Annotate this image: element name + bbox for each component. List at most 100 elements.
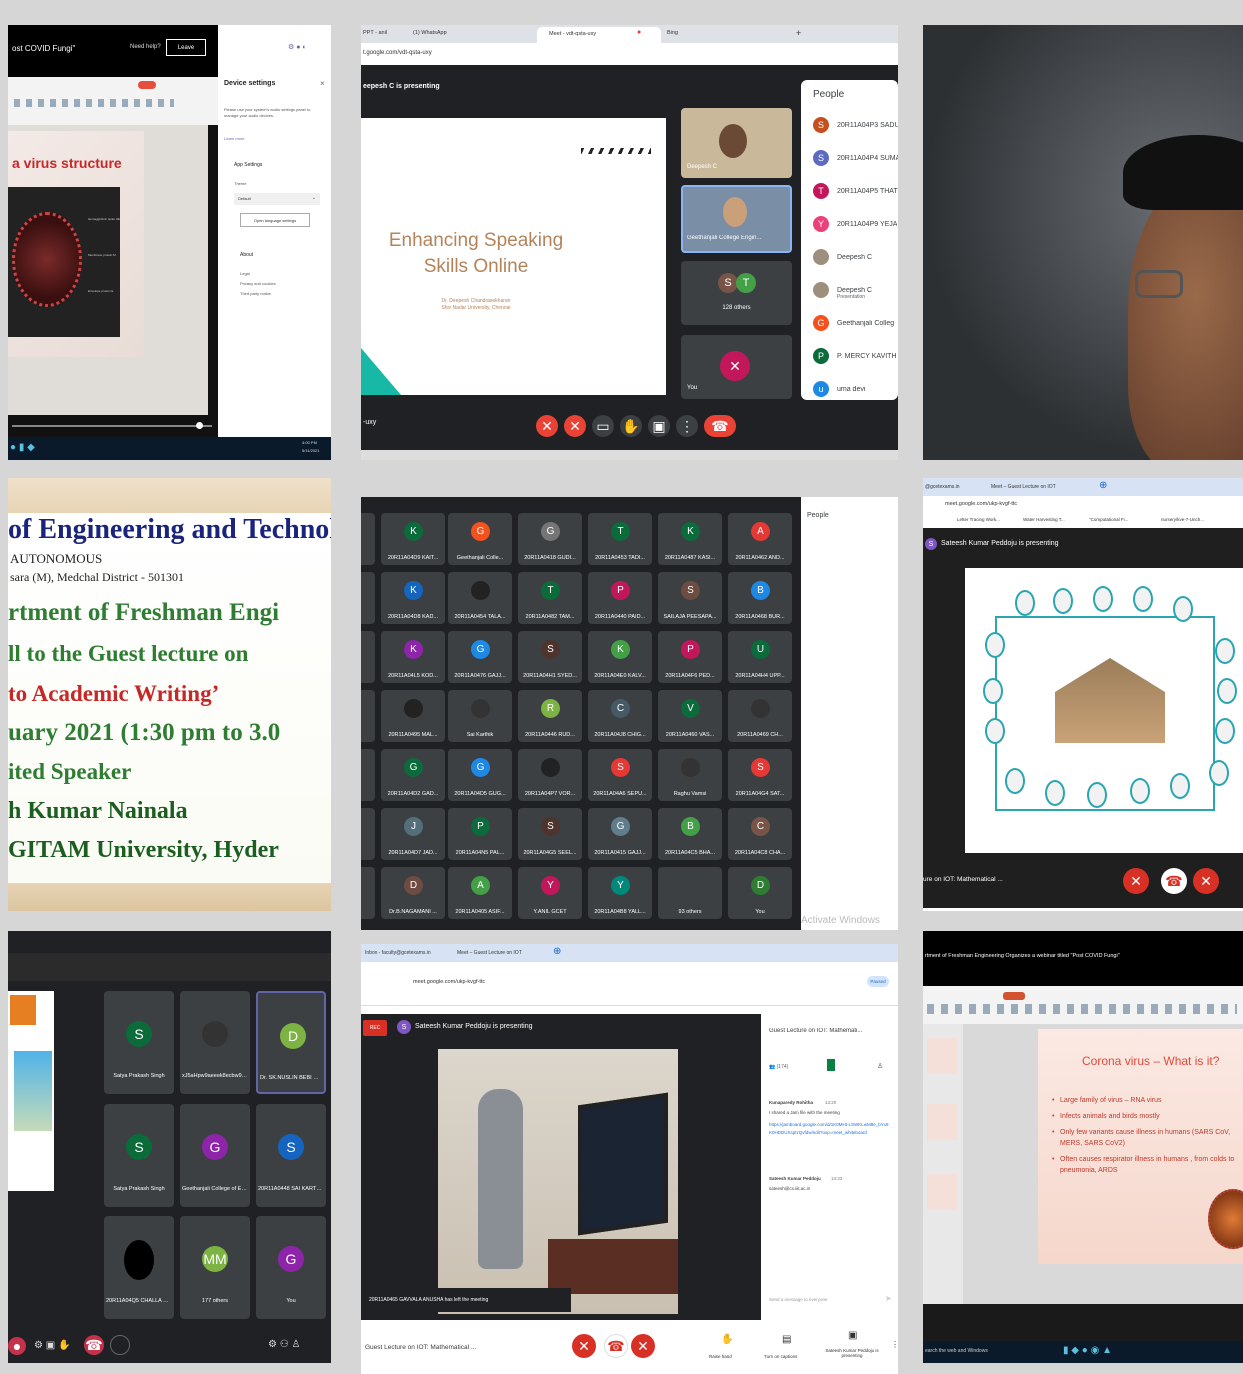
activities-icon[interactable]: ♙ — [877, 1062, 883, 1070]
participant-tile[interactable]: G 20R11A0418 GUDI... — [518, 513, 582, 565]
participant-tile[interactable]: Raghu Vamsi — [658, 749, 722, 801]
leave-call-button[interactable]: ☎ — [704, 415, 736, 437]
mic-off-button[interactable]: ✕ — [572, 1334, 596, 1358]
participant-row[interactable]: u uma devi — [813, 381, 898, 397]
participant-tile[interactable]: S 20R11A04G5 SEEL... — [518, 808, 582, 860]
participant-row[interactable]: T 20R11A04P5 THAT — [813, 183, 898, 199]
participant-tile[interactable]: D You — [728, 867, 792, 919]
participant-tile[interactable]: S Satya Prakash Singh — [104, 1104, 174, 1207]
participant-tile[interactable]: G Geethanjali College of En... — [180, 1104, 250, 1207]
participant-tile[interactable]: A 20R11A0405 ASIF... — [448, 867, 512, 919]
participant-tile[interactable]: G 20R11A04D5 GUG... — [448, 749, 512, 801]
participant-tile[interactable]: B 20R11A04C5 BHA... — [658, 808, 722, 860]
taskbar-icons[interactable]: ● ▮ ◆ — [10, 442, 35, 453]
chat-input[interactable]: Send a message to everyone — [769, 1297, 828, 1302]
leave-button[interactable]: Leave — [166, 39, 206, 56]
participant-tile[interactable]: G 20R11A04D2 GAD... — [381, 749, 445, 801]
participant-tile[interactable]: C 20R11A04J8 CHIG... — [588, 690, 652, 742]
theme-select[interactable]: Default ⌄ — [234, 193, 320, 205]
more-options-icon[interactable]: ⋮ — [891, 1340, 898, 1349]
participant-tile[interactable]: C 20R11A04C8 CHA... — [728, 808, 792, 860]
participant-tile[interactable]: S Satya Prakash Singh — [104, 991, 174, 1094]
bookmark[interactable]: Letter Tracing Work... — [957, 517, 1013, 522]
participant-row[interactable]: Deepesh C Presentation — [813, 282, 898, 300]
new-tab-icon[interactable]: ⊕ — [553, 946, 561, 957]
participant-row[interactable]: Deepesh C — [813, 249, 898, 265]
privacy-link[interactable]: Privacy and cookies — [240, 281, 276, 286]
tab-mail[interactable]: @gcetexams.in — [925, 484, 980, 490]
leave-call-button[interactable]: ☎ — [84, 1335, 104, 1355]
new-tab-icon[interactable]: + — [796, 28, 801, 38]
participant-tile[interactable]: V 20R11A0460 VAS... — [658, 690, 722, 742]
need-help-link[interactable]: Need help? — [130, 44, 161, 50]
message-link[interactable]: https://jamboard.google.com/d/1K0MHt-LSW… — [769, 1121, 891, 1137]
participant-tile[interactable]: B 20R11A0468 BUR... — [728, 572, 792, 624]
participant-tile[interactable]: G 20R11A0415 GAJJ... — [588, 808, 652, 860]
leave-call-button[interactable]: ☎ — [1161, 868, 1187, 894]
control-icons[interactable]: ⚙ ▣ ✋ — [34, 1340, 70, 1351]
mic-off-button[interactable]: ✕ — [536, 415, 558, 437]
captions-label[interactable]: Turn on captions — [764, 1354, 797, 1359]
camera-off-button[interactable]: ✕ — [631, 1334, 655, 1358]
taskbar-icons[interactable]: ▮ ◆ ● ◉ ▲ — [1063, 1345, 1112, 1356]
placeholder-icon[interactable] — [110, 1335, 130, 1355]
participant-tile[interactable]: K 20R11A04D8 KAD... — [381, 572, 445, 624]
legal-link[interactable]: Legal — [240, 271, 250, 276]
participant-tile[interactable]: 20R11A04P7 VOR... — [518, 749, 582, 801]
bookmark[interactable]: Water Harvesting T... — [1023, 517, 1079, 522]
participant-tile[interactable]: 93 others — [658, 867, 722, 919]
participant-tile[interactable]: U 20R11A04H4 UPP... — [728, 631, 792, 683]
participants-icon[interactable]: ⚙ ⚇ ♙ — [268, 1339, 300, 1350]
participant-tile[interactable]: 20R11A0495 MAL... — [381, 690, 445, 742]
mic-button[interactable]: ● — [8, 1337, 26, 1355]
thumbnail[interactable] — [927, 1038, 957, 1074]
participant-tile[interactable]: S 20R11A04H1 SYED... — [518, 631, 582, 683]
tab-ppt[interactable]: PPT - anil — [363, 30, 405, 36]
participant-tile[interactable]: xJ5aHpw9aeeek8ecbw9mgx... — [180, 991, 250, 1094]
participant-row[interactable]: Y 20R11A04P9 YEJA — [813, 216, 898, 232]
tab-whatsapp[interactable]: (1) WhatsApp — [413, 30, 533, 36]
progress-handle[interactable] — [196, 422, 203, 429]
participant-tile[interactable]: G You — [256, 1216, 326, 1319]
camera-off-button[interactable]: ✕ — [564, 415, 586, 437]
participant-row[interactable]: S 20R11A04P3 SADU — [813, 117, 898, 133]
participant-tile[interactable]: S 20R11A04G4 SAT... — [728, 749, 792, 801]
participant-tile[interactable]: G 20R11A0476 GAJJ... — [448, 631, 512, 683]
presenting-button-label[interactable]: Sateesh Kumar Peddoju is presenting — [816, 1348, 888, 1358]
participant-tile[interactable]: T 20R11A0453 TADI... — [588, 513, 652, 565]
participant-tile[interactable]: A 20R11A0462 AND... — [728, 513, 792, 565]
captions-button[interactable]: ▭ — [592, 415, 614, 437]
bookmark[interactable]: "Computational Fi... — [1089, 517, 1151, 522]
participant-tile[interactable]: G Geethanjali Colle... — [448, 513, 512, 565]
send-icon[interactable]: ➤ — [885, 1294, 892, 1303]
participant-tile[interactable]: P 20R11A0440 PAID... — [588, 572, 652, 624]
ribbon-tab[interactable] — [1003, 992, 1025, 1000]
participant-tile[interactable]: K 20R11A0487 KASI... — [658, 513, 722, 565]
open-language-settings-button[interactable]: Open language settings — [240, 213, 310, 227]
paused-badge[interactable]: Paused — [867, 976, 889, 987]
participant-tile[interactable]: S 20R11A0448 SAI KARTHIK... — [256, 1104, 326, 1207]
participant-tile[interactable]: P 20R11A04F6 PED... — [658, 631, 722, 683]
raise-hand-label[interactable]: Raise hand — [709, 1354, 732, 1359]
bookmark[interactable]: nursery/kve-7-Unch... — [1161, 517, 1241, 522]
participant-tile[interactable]: Y Y.ANIL GCET — [518, 867, 582, 919]
participant-tile[interactable]: S 20R11A04A6 SEPU... — [588, 749, 652, 801]
close-icon[interactable]: × — [320, 79, 325, 88]
thumbnail[interactable] — [927, 1104, 957, 1140]
tab-meet[interactable]: Meet – Guest Lecture on IOT — [457, 950, 547, 956]
participant-tile[interactable]: Sai Karthik — [448, 690, 512, 742]
participant-tile[interactable]: R 20R11A0446 RUD... — [518, 690, 582, 742]
leave-call-button[interactable]: ☎ — [604, 1334, 628, 1358]
participant-tile[interactable]: J 20R11A04D7 JAD... — [381, 808, 445, 860]
participant-tile[interactable]: K 20R11A04E0 KALV... — [588, 631, 652, 683]
raise-hand-icon[interactable]: ✋ — [721, 1334, 733, 1345]
thumbnail[interactable] — [927, 1174, 957, 1210]
learn-more-link[interactable]: Learn more — [224, 136, 244, 141]
people-count[interactable]: 👥 (174) — [769, 1064, 788, 1070]
third-party-link[interactable]: Third party notice — [240, 291, 271, 296]
participant-tile[interactable]: K 20R11A04D9 KAIT... — [381, 513, 445, 565]
tab-bing[interactable]: Bing — [667, 30, 678, 36]
url-field[interactable]: t.google.com/vdt-qsta-uxy — [363, 50, 432, 56]
chat-icon[interactable] — [827, 1059, 835, 1071]
participant-tile[interactable]: 20R11A0454 TALA... — [448, 572, 512, 624]
